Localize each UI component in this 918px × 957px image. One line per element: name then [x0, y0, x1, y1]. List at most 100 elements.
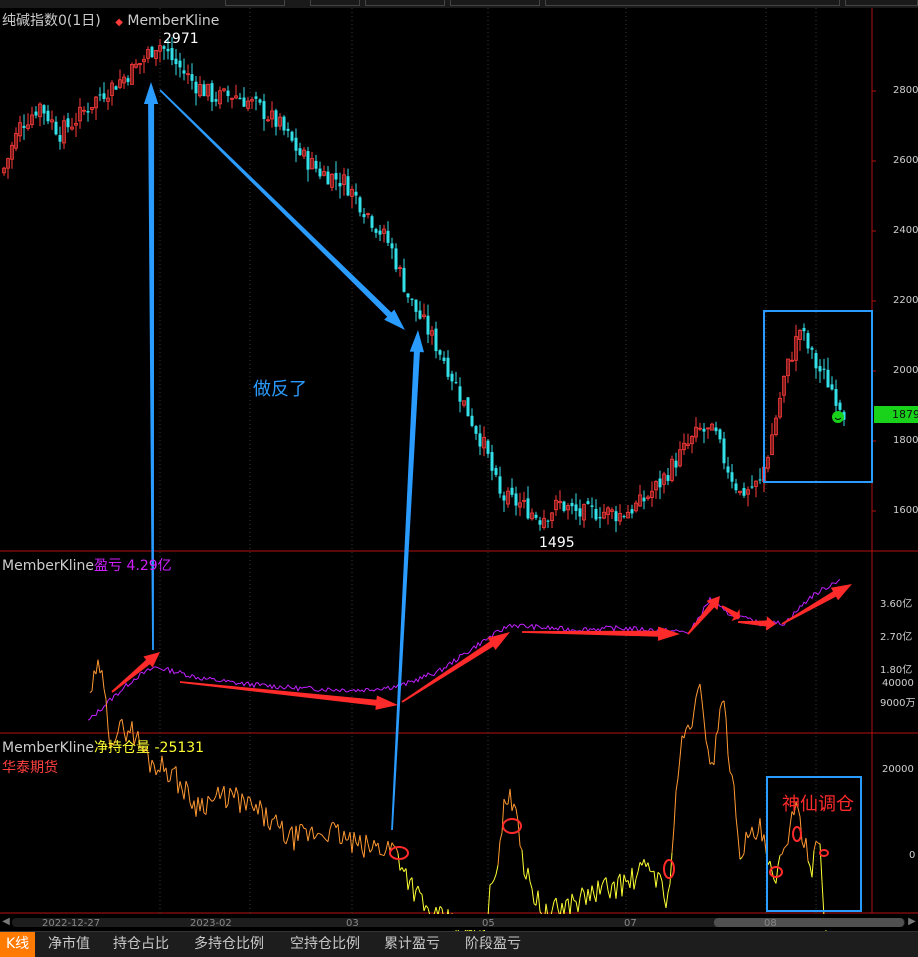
annotation-wrong-way: 做反了: [253, 379, 307, 400]
position-segment: [425, 905, 429, 909]
candle-body: [374, 229, 378, 233]
scroll-left-icon[interactable]: ◀: [1, 915, 11, 929]
position-segment: [329, 822, 333, 830]
candle: [94, 95, 98, 120]
position-segment: [717, 708, 721, 731]
candle: [486, 439, 490, 458]
tab-1[interactable]: 净市值: [42, 932, 96, 957]
chart-canvas[interactable]: [0, 0, 918, 957]
position-segment: [101, 670, 105, 689]
candle: [594, 499, 598, 522]
candle: [210, 80, 214, 112]
candle-body: [734, 483, 738, 491]
candle-body: [226, 90, 230, 97]
candle-body: [494, 468, 498, 475]
tab-2[interactable]: 持仓占比: [107, 932, 175, 957]
candle-body: [478, 433, 482, 447]
candle-body: [822, 368, 826, 370]
candle: [470, 408, 474, 428]
red-circle: [389, 846, 409, 860]
candle: [154, 49, 158, 66]
position-segment: [421, 894, 425, 911]
candle: [202, 80, 206, 97]
candle: [230, 97, 234, 109]
candle: [510, 478, 514, 498]
candle-body: [802, 328, 806, 332]
candle: [650, 481, 654, 507]
position-segment: [729, 771, 733, 776]
candle-body: [538, 520, 542, 525]
candle: [606, 506, 610, 525]
position-segment: [275, 814, 279, 826]
position-segment: [155, 769, 159, 776]
candle-body: [562, 501, 566, 511]
candle: [6, 157, 10, 179]
position-segment: [597, 880, 601, 895]
candle: [158, 39, 162, 63]
candle: [474, 425, 478, 440]
candle: [370, 214, 374, 232]
candle: [498, 466, 502, 498]
scroll-right-icon[interactable]: ▶: [907, 915, 917, 929]
position-segment: [365, 834, 369, 844]
tab-5[interactable]: 累计盈亏: [378, 932, 446, 957]
candle: [234, 84, 238, 100]
position-series: [89, 659, 834, 957]
candle: [318, 161, 322, 180]
candle-body: [394, 248, 398, 270]
position-segment: [727, 755, 731, 773]
position-segment: [783, 845, 787, 849]
position-segment: [353, 832, 357, 843]
tab-0[interactable]: K线: [0, 932, 36, 957]
position-segment: [669, 852, 673, 884]
candle: [298, 142, 302, 157]
candle: [702, 423, 706, 444]
tab-6[interactable]: 阶段盈亏: [459, 932, 527, 957]
position-segment: [387, 840, 391, 852]
candle-body: [726, 466, 730, 473]
position-segment: [383, 850, 387, 856]
position-segment: [315, 832, 319, 837]
candle-body: [126, 78, 130, 82]
candle: [826, 357, 830, 388]
candle-body: [578, 508, 582, 517]
x-axis-label: 2022-12-27: [42, 918, 101, 929]
candle-body: [402, 267, 406, 292]
position-segment: [531, 888, 535, 904]
candle: [110, 80, 114, 106]
pnl-indicator-name: MemberKline: [2, 558, 95, 574]
horizontal-scrollbar[interactable]: ◀ ▶: [0, 914, 918, 930]
candle: [622, 514, 626, 519]
tab-4[interactable]: 空持仓比例: [284, 932, 366, 957]
position-panel-title: MemberKline净持仓量 -25131: [2, 737, 204, 757]
candle-body: [338, 182, 342, 187]
position-segment: [649, 870, 653, 873]
position-segment: [701, 700, 705, 721]
candle-body: [546, 520, 550, 522]
price-ytick: 2200: [893, 295, 918, 306]
candle: [646, 494, 650, 501]
position-segment: [269, 819, 273, 831]
price-ytick: 2800: [893, 85, 918, 96]
pnl-value: 盈亏 4.29亿: [94, 558, 172, 574]
position-segment: [193, 800, 197, 817]
candle: [326, 165, 330, 185]
red-arrow: [781, 584, 852, 625]
position-segment: [569, 893, 573, 916]
position-segment: [815, 840, 819, 844]
candle: [174, 49, 178, 76]
member-name: 华泰期货: [2, 760, 58, 776]
position-segment: [297, 824, 301, 841]
position-segment: [519, 845, 523, 851]
tab-3[interactable]: 多持仓比例: [188, 932, 270, 957]
position-segment: [183, 780, 187, 800]
candle: [294, 128, 298, 163]
price-ytick: 2600: [893, 155, 918, 166]
candle-body: [730, 472, 734, 482]
candle-body: [298, 148, 302, 155]
position-segment: [525, 867, 529, 880]
candle: [278, 113, 282, 131]
candle: [402, 258, 406, 293]
candle-body: [438, 350, 442, 355]
scroll-thumb[interactable]: [714, 918, 904, 927]
